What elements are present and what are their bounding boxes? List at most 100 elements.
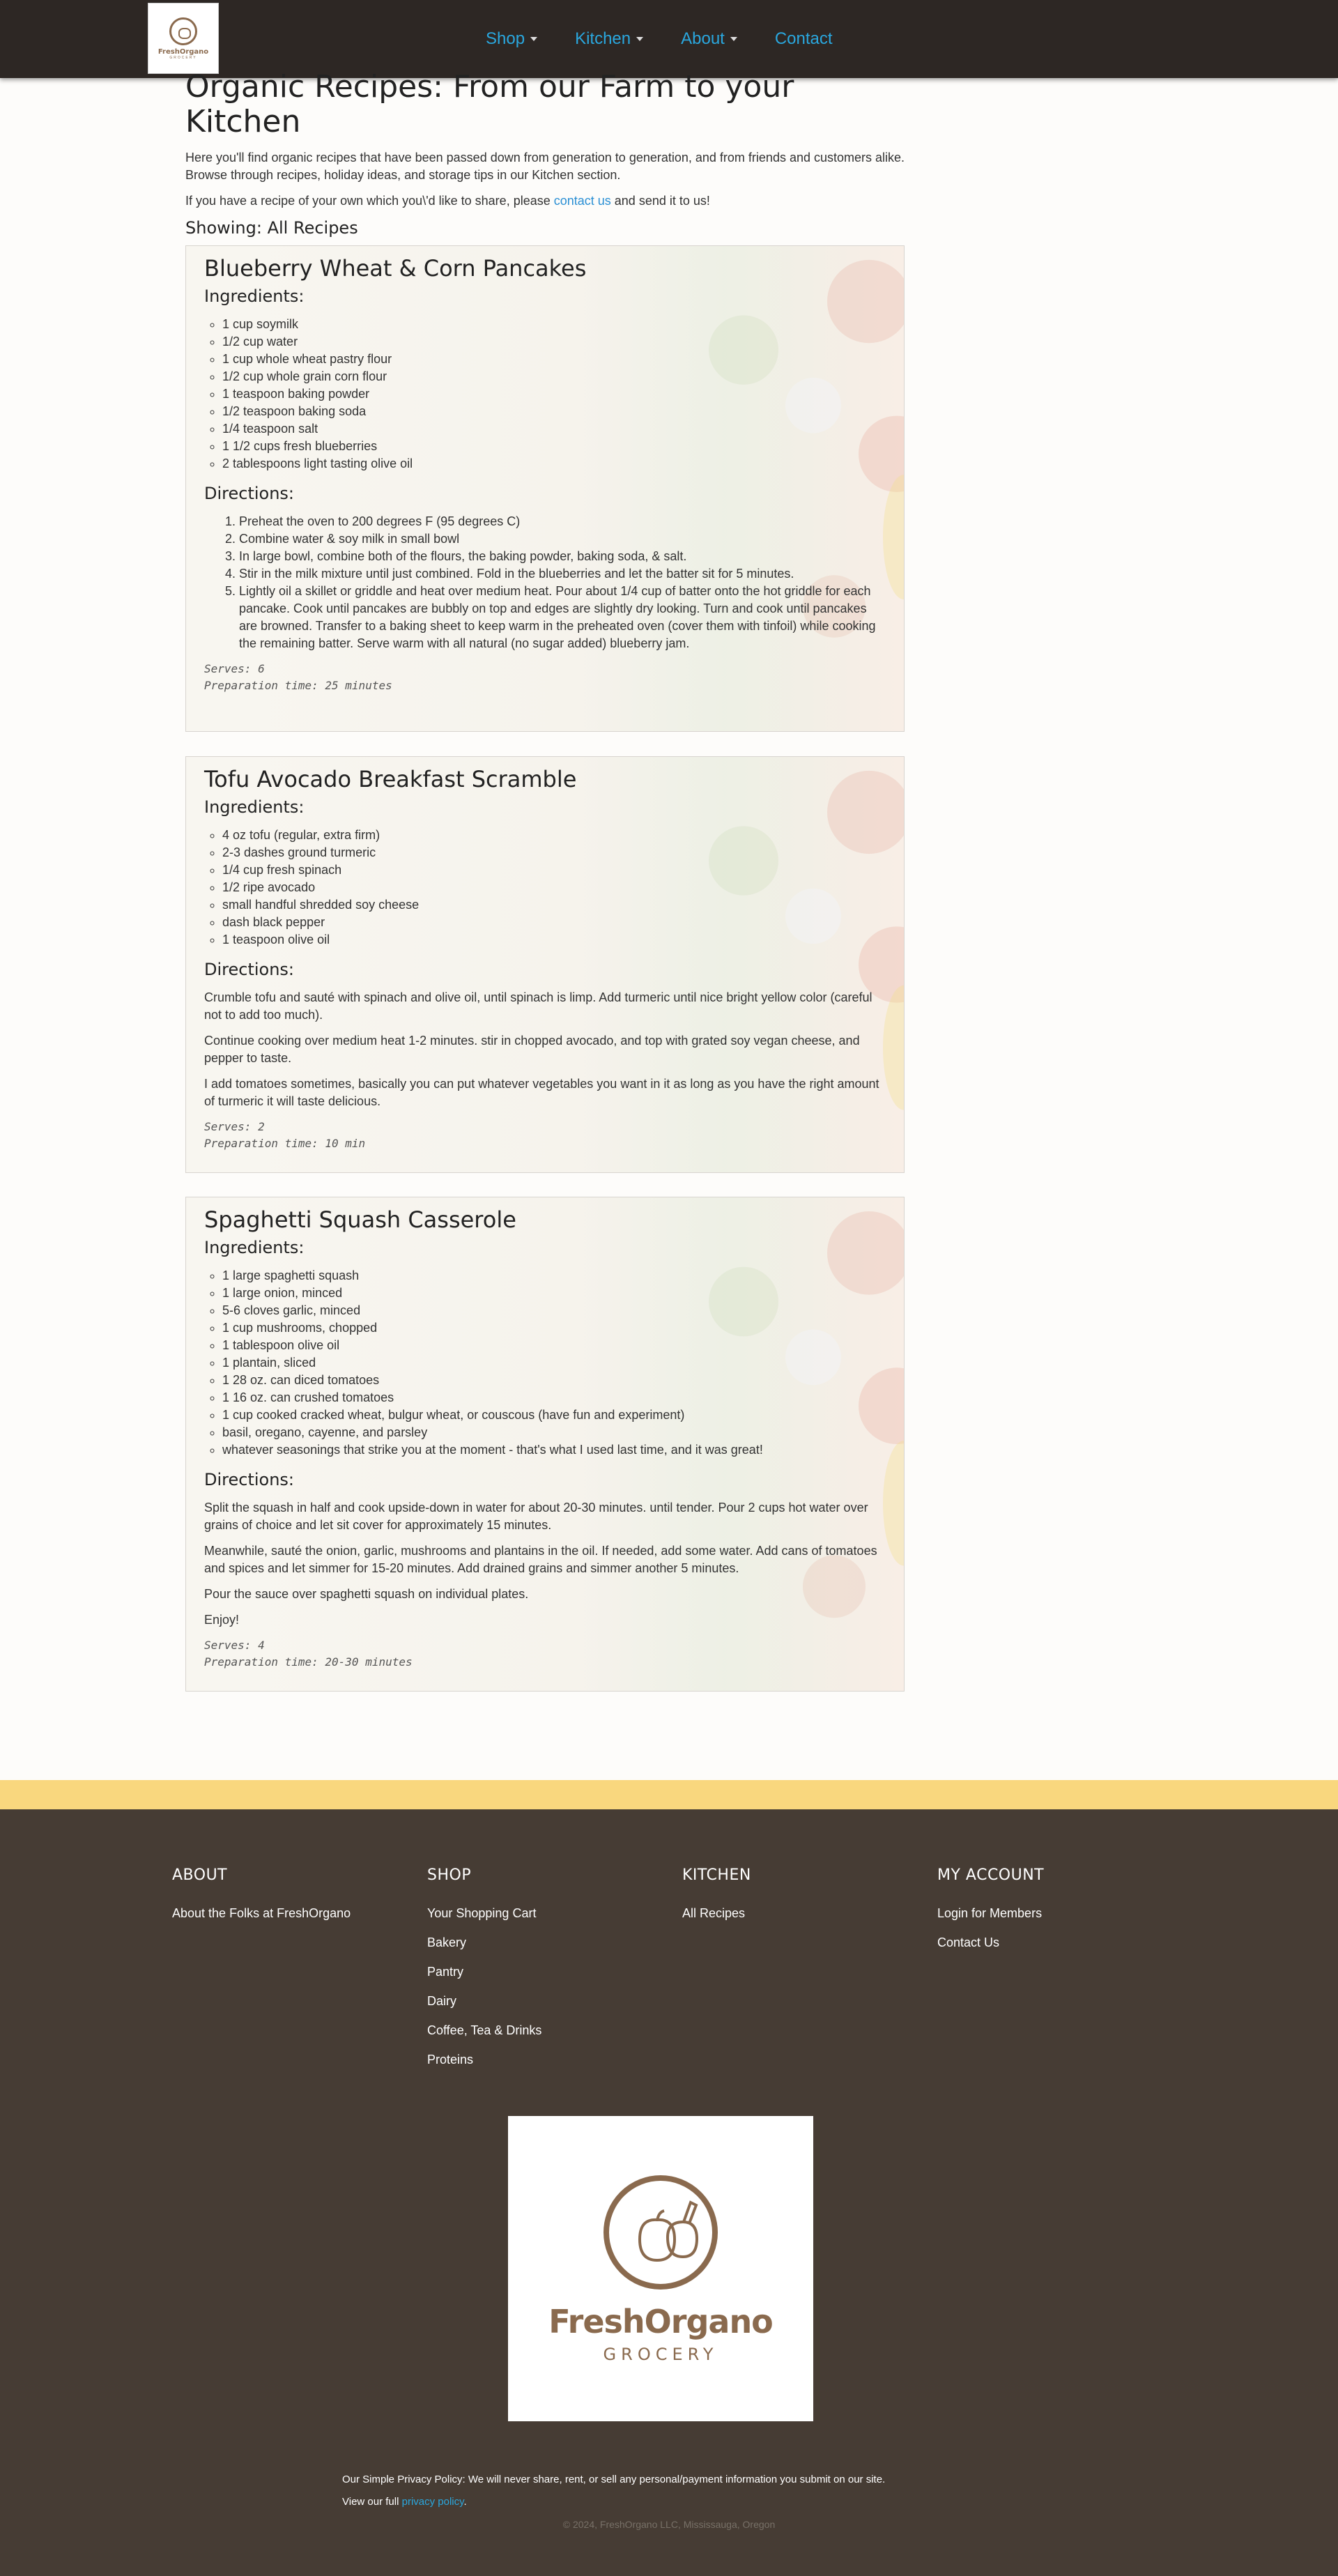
footer-column-kitchen: KITCHEN All Recipes [682, 1866, 751, 1922]
list-item: 1 large spaghetti squash [222, 1267, 886, 1285]
footer-heading: KITCHEN [682, 1866, 751, 1884]
list-item: 1/4 teaspoon salt [222, 420, 886, 438]
caret-down-icon [530, 37, 538, 41]
ingredients-heading: Ingredients: [204, 797, 305, 817]
footer-link[interactable]: Dairy [427, 1993, 541, 2009]
page-title: Organic Recipes: From our Farm to your K… [185, 69, 794, 139]
directions-heading: Directions: [204, 960, 295, 979]
list-item: 5-6 cloves garlic, minced [222, 1302, 886, 1319]
list-item: 1 teaspoon baking powder [222, 385, 886, 403]
footer-column-shop: SHOP Your Shopping Cart Bakery Pantry Da… [427, 1866, 541, 2068]
intro-text: Here you'll find organic recipes that ha… [185, 151, 905, 182]
list-item: 1 cup cooked cracked wheat, bulgur wheat… [222, 1406, 886, 1424]
caret-down-icon [636, 37, 644, 41]
directions-heading: Directions: [204, 1470, 295, 1489]
nav-item-label: Contact [774, 29, 833, 48]
ingredients-list: 1 cup soymilk 1/2 cup water 1 cup whole … [222, 316, 886, 473]
list-item: 1/2 cup water [222, 333, 886, 351]
footer-link[interactable]: Proteins [427, 2051, 541, 2068]
footer-brand-logo: FreshOrgano GROCERY [508, 2116, 813, 2421]
nav-item-label: Shop [486, 29, 525, 48]
footer-link[interactable]: All Recipes [682, 1905, 751, 1922]
nav-item-kitchen[interactable]: Kitchen [575, 29, 644, 49]
directions-paragraph: Meanwhile, sauté the onion, garlic, mush… [204, 1544, 877, 1575]
footer-accent-band [0, 1780, 1338, 1809]
list-item: small handful shredded soy cheese [222, 896, 886, 914]
recipe-card: Blueberry Wheat & Corn Pancakes Ingredie… [185, 245, 905, 732]
list-item: 1 teaspoon olive oil [222, 931, 886, 949]
recipe-serves: Serves: 6 [204, 662, 265, 675]
list-item: 1 cup whole wheat pastry flour [222, 351, 886, 368]
footer-link[interactable]: Coffee, Tea & Drinks [427, 2022, 541, 2039]
list-item: 1/4 cup fresh spinach [222, 861, 886, 879]
footer-link[interactable]: Login for Members [937, 1905, 1044, 1922]
list-item: 2-3 dashes ground turmeric [222, 844, 886, 861]
footer-logo-tag: GROCERY [603, 2345, 718, 2364]
list-item: 1 tablespoon olive oil [222, 1337, 886, 1354]
footer-logo-name: FreshOrgano [548, 2303, 774, 2340]
list-item: 1/2 ripe avocado [222, 879, 886, 896]
recipe-title: Spaghetti Squash Casserole [204, 1206, 516, 1233]
directions-heading: Directions: [204, 484, 295, 503]
list-item: 1/2 teaspoon baking soda [222, 403, 886, 420]
list-item: 1 cup mushrooms, chopped [222, 1319, 886, 1337]
list-item: In large bowl, combine both of the flour… [239, 548, 887, 565]
list-item: 1/2 cup whole grain corn flour [222, 368, 886, 385]
list-item: 1 28 oz. can diced tomatoes [222, 1372, 886, 1389]
list-item: 1 large onion, minced [222, 1285, 886, 1302]
footer-link[interactable]: Bakery [427, 1934, 541, 1951]
footer-link[interactable]: Contact Us [937, 1934, 1044, 1951]
recipe-serves: Serves: 4 [204, 1639, 265, 1652]
nav-item-label: About [681, 29, 725, 48]
nav-item-shop[interactable]: Shop [486, 29, 538, 49]
ingredients-list: 1 large spaghetti squash 1 large onion, … [222, 1267, 886, 1459]
privacy-notice: Our Simple Privacy Policy: We will never… [342, 2469, 885, 2513]
recipe-prep-time: Preparation time: 10 min [204, 1137, 366, 1150]
nav-item-label: Kitchen [575, 29, 631, 48]
list-item: 1 1/2 cups fresh blueberries [222, 438, 886, 455]
logo-brand-text: FreshOrgano [157, 47, 209, 56]
recipe-card: Tofu Avocado Breakfast Scramble Ingredie… [185, 756, 905, 1173]
footer-heading: MY ACCOUNT [937, 1866, 1045, 1884]
footer-link[interactable]: Your Shopping Cart [427, 1905, 541, 1922]
list-item: 4 oz tofu (regular, extra firm) [222, 827, 886, 844]
directions-paragraph: Enjoy! [204, 1613, 240, 1627]
directions-paragraph: Split the squash in half and cook upside… [204, 1501, 868, 1532]
footer-link[interactable]: About the Folks at FreshOrgano [172, 1905, 351, 1922]
nav-item-contact[interactable]: Contact [775, 29, 833, 49]
filter-status: Showing: All Recipes [185, 218, 358, 238]
footer-link[interactable]: Pantry [427, 1963, 541, 1980]
ingredients-heading: Ingredients: [204, 1238, 305, 1257]
privacy-view-text: View our full [342, 2496, 402, 2508]
share-text: If you have a recipe of your own which y… [185, 192, 910, 210]
top-navbar: FreshOrgano GROCERY Shop Kitchen About C… [0, 0, 1338, 78]
nav-menu: Shop Kitchen About Contact [486, 0, 870, 78]
footer-column-about: ABOUT About the Folks at FreshOrgano [172, 1866, 351, 1922]
list-item: whatever seasonings that strike you at t… [222, 1441, 886, 1459]
list-item: basil, oregano, cayenne, and parsley [222, 1424, 886, 1441]
list-item: Combine water & soy milk in small bowl [239, 530, 887, 548]
nav-item-about[interactable]: About [681, 29, 737, 49]
recipe-prep-time: Preparation time: 25 minutes [204, 679, 392, 692]
ingredients-heading: Ingredients: [204, 286, 305, 306]
privacy-policy-link[interactable]: privacy policy [402, 2496, 464, 2508]
produce-basket-icon [603, 2175, 718, 2290]
main-content: Organic Recipes: From our Farm to your K… [185, 70, 910, 238]
recipe-prep-time: Preparation time: 20-30 minutes [204, 1655, 413, 1669]
contact-us-link[interactable]: contact us [554, 194, 611, 208]
recipe-title: Tofu Avocado Breakfast Scramble [204, 766, 577, 792]
logo-produce-icon [169, 17, 197, 45]
list-item: 2 tablespoons light tasting olive oil [222, 455, 886, 473]
privacy-end-text: . [463, 2496, 467, 2508]
privacy-view-line: View our full privacy policy. [342, 2491, 885, 2513]
logo-sub-text: GROCERY [169, 55, 197, 60]
footer-heading: SHOP [427, 1866, 472, 1884]
directions-paragraph: I add tomatoes sometimes, basically you … [204, 1077, 879, 1108]
ingredients-list: 4 oz tofu (regular, extra firm) 2-3 dash… [222, 827, 886, 949]
share-text-before: If you have a recipe of your own which y… [185, 194, 554, 208]
list-item: dash black pepper [222, 914, 886, 931]
directions-paragraph: Pour the sauce over spaghetti squash on … [204, 1587, 529, 1601]
list-item: Preheat the oven to 200 degrees F (95 de… [239, 513, 887, 530]
brand-logo[interactable]: FreshOrgano GROCERY [148, 3, 219, 74]
share-text-after: and send it to us! [610, 194, 710, 208]
